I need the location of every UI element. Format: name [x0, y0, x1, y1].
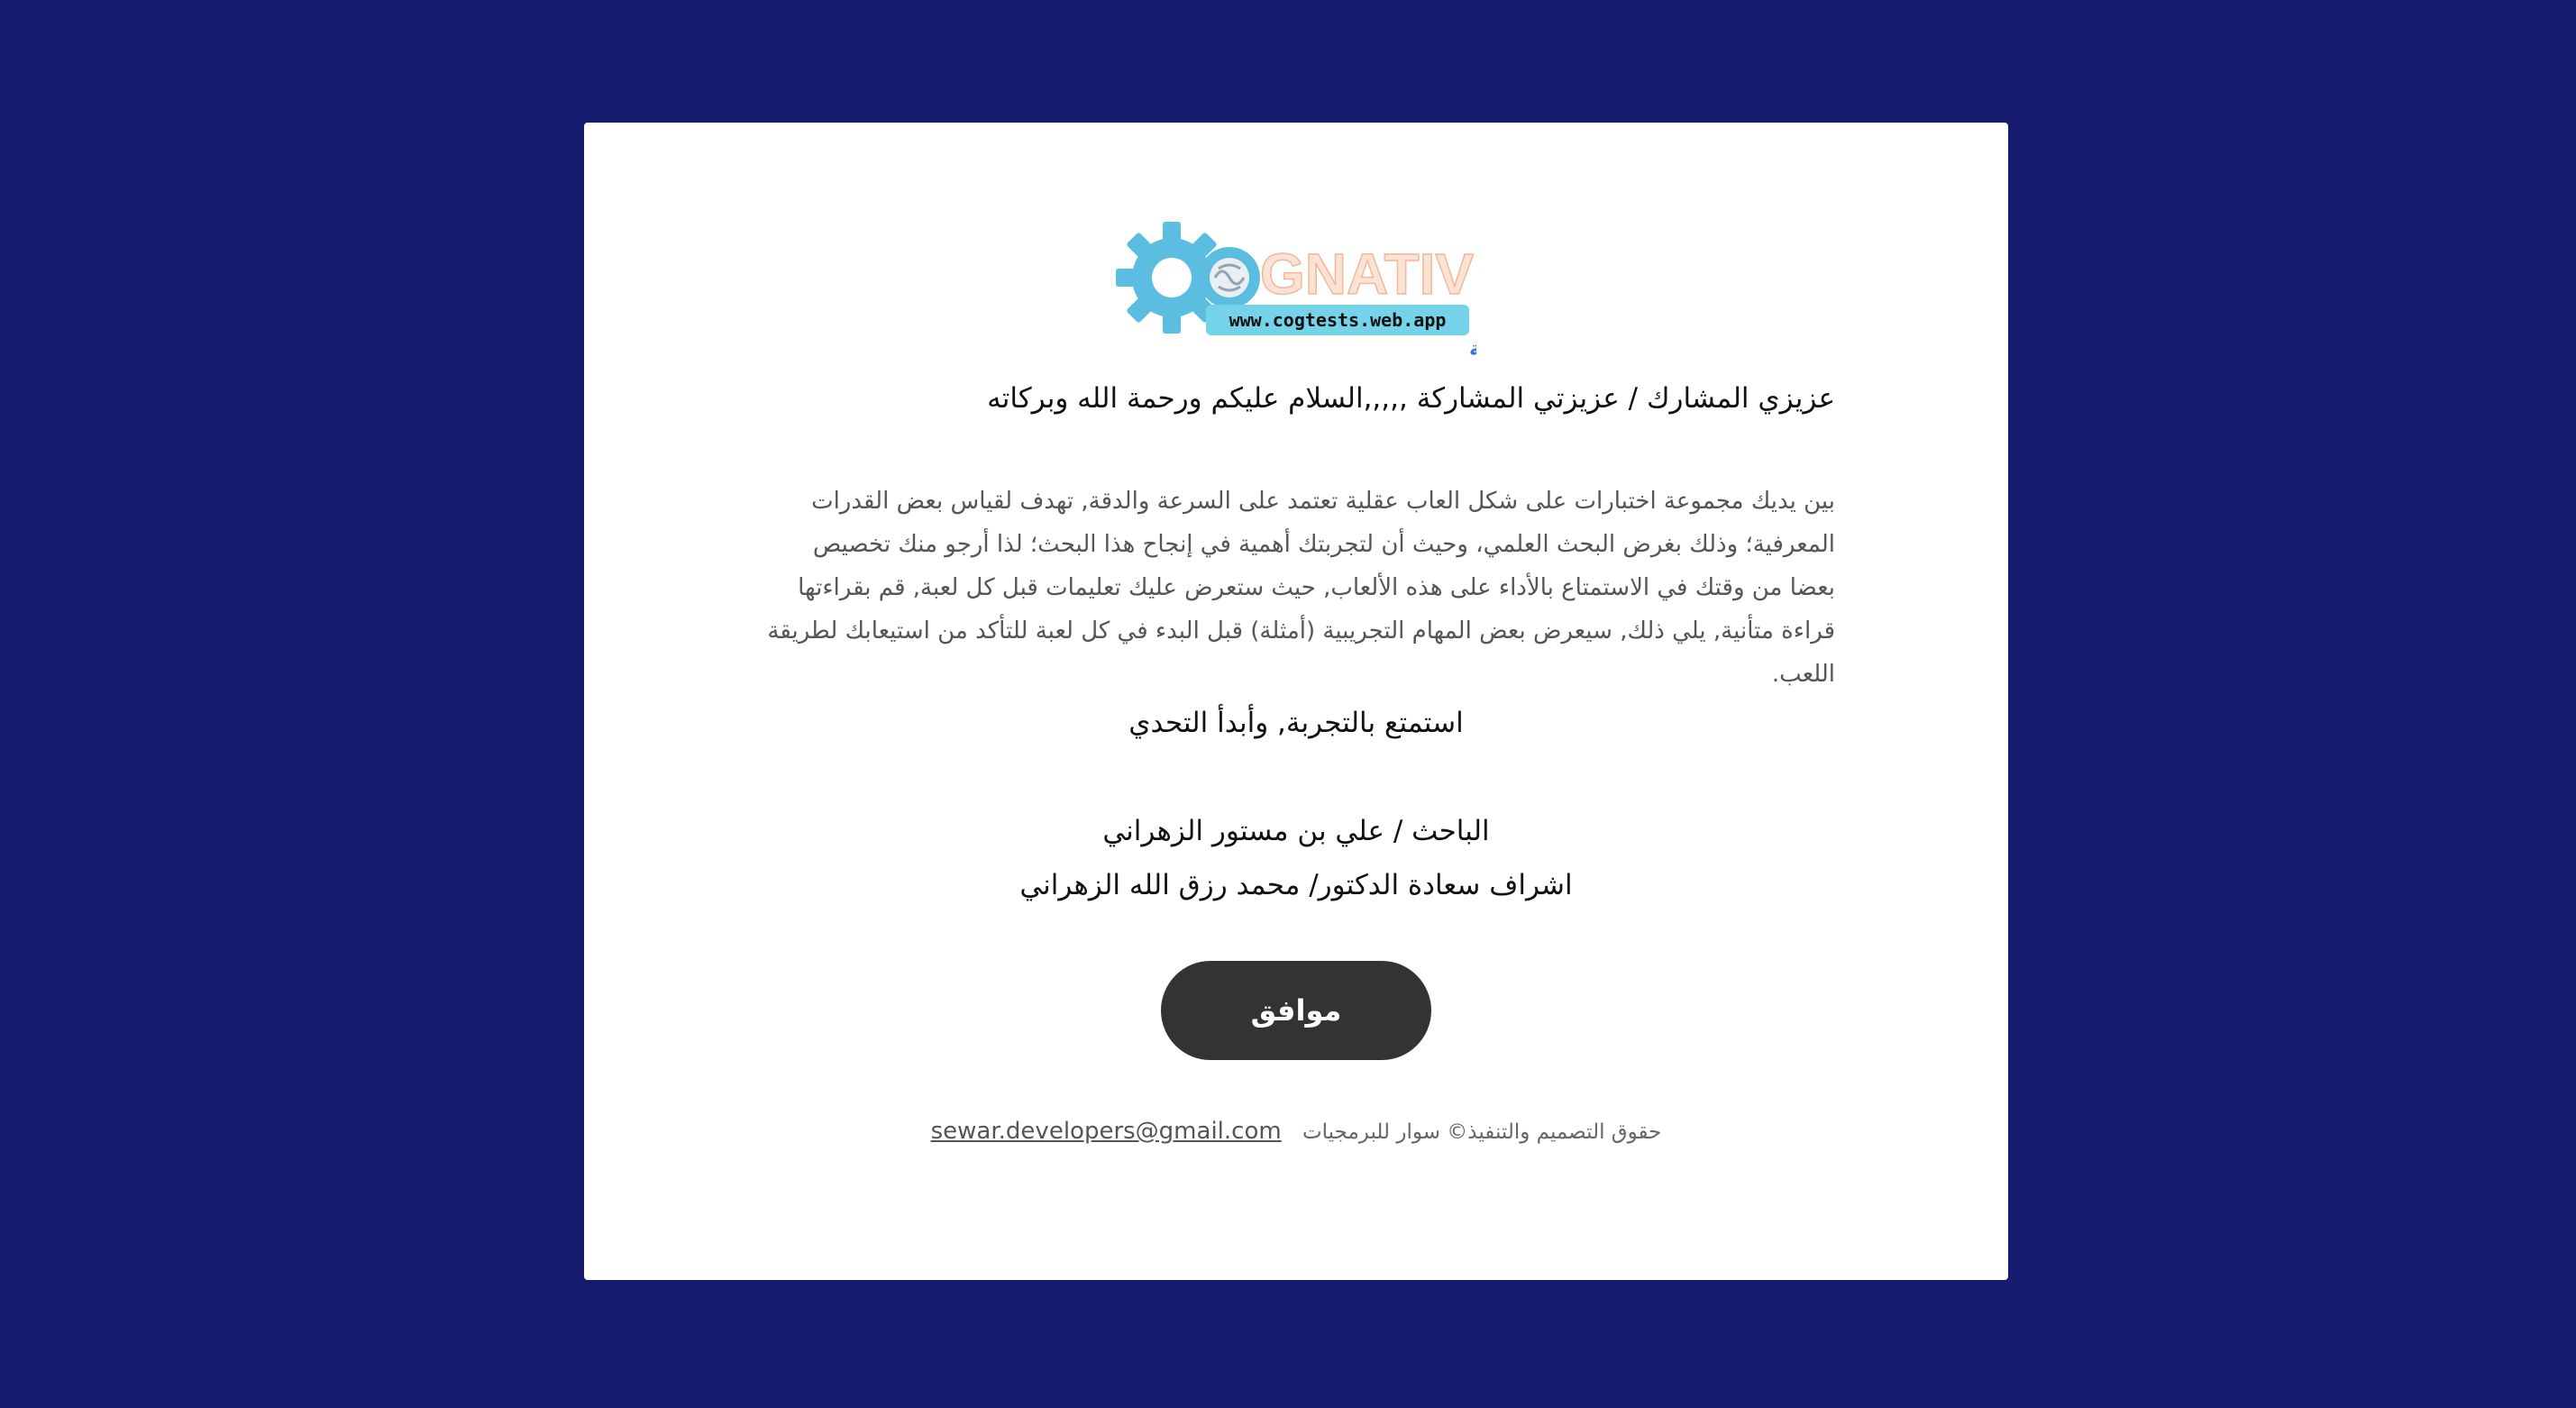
- enjoy-message: استمتع بالتجربة, وأبدأ التحدي: [1128, 707, 1464, 739]
- footer-email-link[interactable]: sewar.developers@gmail.com: [931, 1118, 1282, 1145]
- footer-copyright: حقوق التصميم والتنفيذ© سوار للبرمجيات: [1302, 1120, 1662, 1144]
- greeting-heading: عزيزي المشارك / عزيزتي المشاركة ,,,,,الس…: [987, 382, 1835, 415]
- logo-arabic-tagline: منصة الاختبارات المعرفية: [1469, 338, 1476, 359]
- supervisor-name: اشراف سعادة الدكتور/ محمد رزق الله الزهر…: [1019, 869, 1573, 901]
- intro-paragraph: بين يديك مجموعة اختبارات على شكل العاب ع…: [767, 488, 1835, 688]
- logo-brand-text: GNATIVE: [1260, 242, 1476, 306]
- brain-icon: [1199, 247, 1260, 308]
- cognative-logo: GNATIVE www.cogtests.web.app منصة الاختب…: [1116, 222, 1476, 359]
- agree-button[interactable]: موافق: [1161, 961, 1431, 1060]
- consent-card: GNATIVE www.cogtests.web.app منصة الاختب…: [584, 123, 2008, 1280]
- footer: sewar.developers@gmail.com حقوق التصميم …: [584, 1118, 2008, 1145]
- researcher-name: الباحث / علي بن مستور الزهراني: [1102, 815, 1490, 847]
- logo-url-text: www.cogtests.web.app: [1229, 309, 1447, 331]
